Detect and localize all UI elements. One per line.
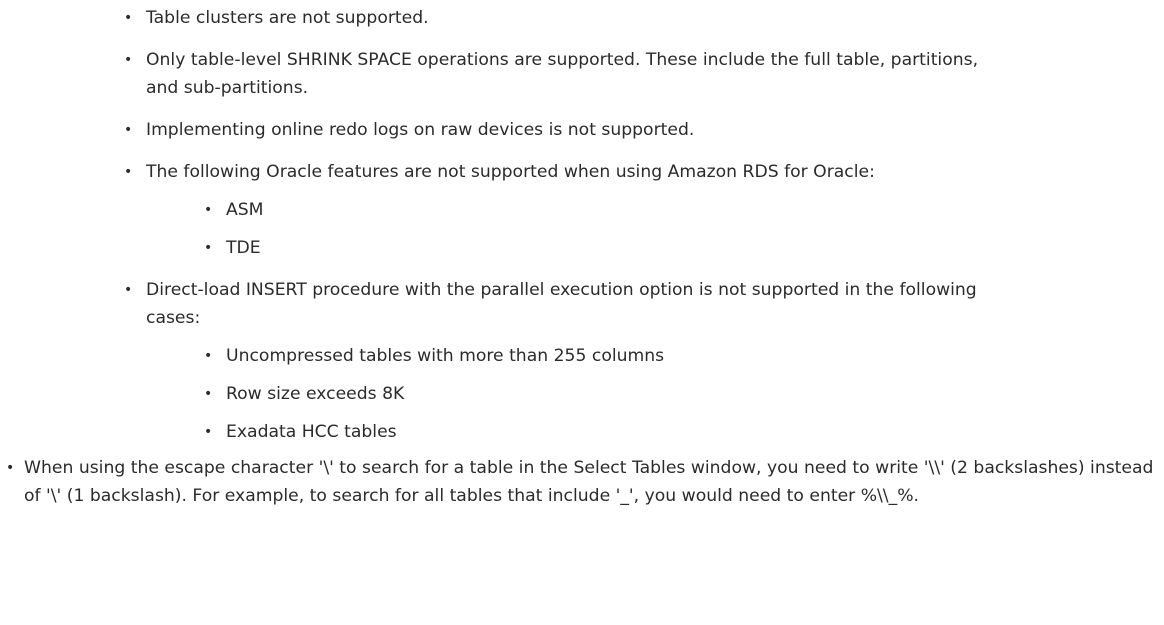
bullet-icon: • [124,10,133,26]
bullet-icon: • [204,240,213,256]
list-item-text: Only table-level SHRINK SPACE operations… [146,50,979,98]
list-item-redo-logs: • Implementing online redo logs on raw d… [124,116,1124,144]
sub-list: • Table clusters are not supported. • On… [124,4,1124,446]
bullet-icon: • [124,282,133,298]
list-item-text: Direct-load INSERT procedure with the pa… [146,280,977,328]
list-item-asm: • ASM [204,196,1124,224]
bullet-icon: • [124,52,133,68]
bullet-icon: • [124,164,133,180]
list-item-text: When using the escape character '\' to s… [24,458,1154,506]
list-item-text: ASM [226,200,264,220]
sub-list: • ASM • TDE [204,196,1124,262]
list-item-text: The following Oracle features are not su… [146,162,875,182]
list-item: • Table clusters are not supported. • On… [0,4,1164,446]
list-item-text: TDE [226,238,261,258]
bullet-icon: • [204,424,213,440]
bullet-icon: • [204,348,213,364]
document-body: • Table clusters are not supported. • On… [0,0,1164,510]
sub-list: • Uncompressed tables with more than 255… [204,342,1124,446]
list-item-shrink-space: • Only table-level SHRINK SPACE operatio… [124,46,1124,102]
bullet-icon: • [6,460,15,476]
bullet-icon: • [204,386,213,402]
list-item-direct-load: • Direct-load INSERT procedure with the … [124,276,1124,446]
list-item-text: Exadata HCC tables [226,422,397,442]
list-item-escape-character: • When using the escape character '\' to… [0,454,1164,510]
list-item-text: Uncompressed tables with more than 255 c… [226,346,665,366]
list-item-table-clusters: • Table clusters are not supported. [124,4,1124,32]
list-item-text: Row size exceeds 8K [226,384,405,404]
list-item-tde: • TDE [204,234,1124,262]
bullet-icon: • [204,202,213,218]
list-item-uncompressed: • Uncompressed tables with more than 255… [204,342,1124,370]
limitations-list: • Table clusters are not supported. • On… [0,4,1164,510]
bullet-icon: • [124,122,133,138]
list-item-text: Table clusters are not supported. [146,8,429,28]
list-item-oracle-features: • The following Oracle features are not … [124,158,1124,262]
list-item-text: Implementing online redo logs on raw dev… [146,120,695,140]
list-item-exadata: • Exadata HCC tables [204,418,1124,446]
list-item-row-size: • Row size exceeds 8K [204,380,1124,408]
